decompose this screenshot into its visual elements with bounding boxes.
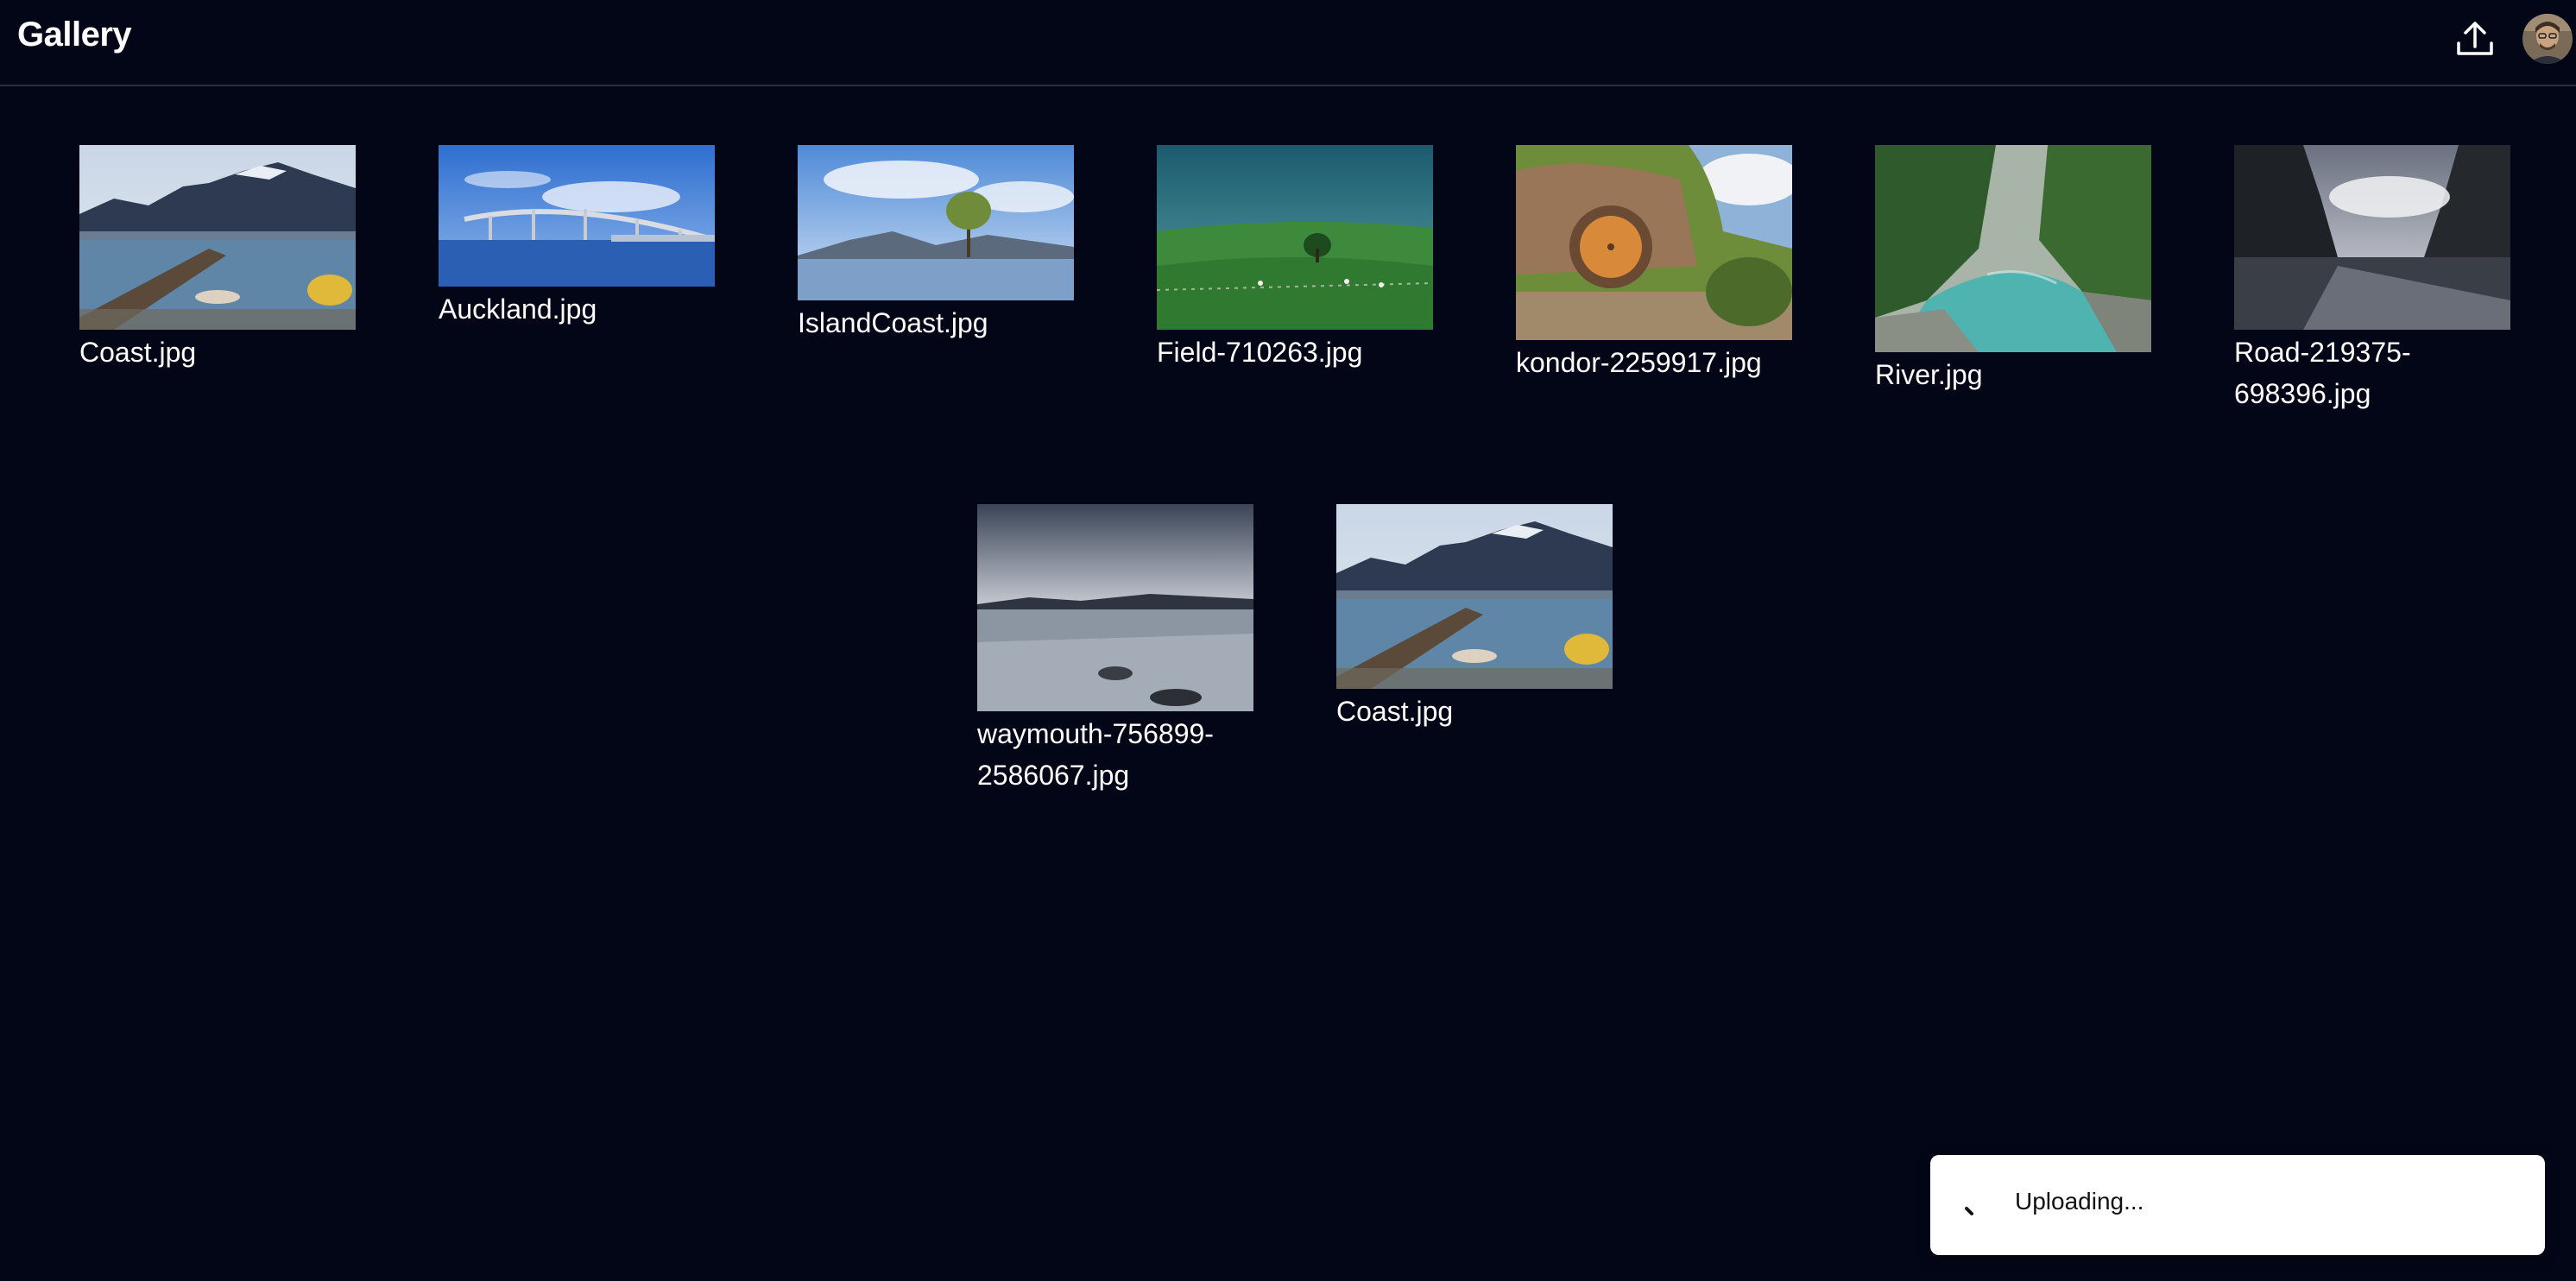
photo-thumbnail [79,145,356,330]
user-avatar[interactable] [2522,14,2573,64]
upload-icon [2457,22,2493,55]
photo-filename: River.jpg [1875,359,1983,390]
gallery-item[interactable]: Coast.jpg [1336,504,1613,732]
gallery-item[interactable]: River.jpg [1875,145,2151,395]
photo-thumbnail [798,145,1074,300]
app-title: Gallery [17,16,132,54]
photo-filename: IslandCoast.jpg [798,307,988,338]
gallery-item[interactable]: waymouth-756899-2586067.jpg [977,504,1253,796]
toast-message: Uploading... [2015,1188,2144,1215]
photo-filename: Field-710263.jpg [1157,337,1363,368]
photo-thumbnail [1336,504,1613,689]
photo-filename: waymouth-756899-2586067.jpg [977,718,1214,791]
spinner-icon [1965,1207,1973,1215]
gallery-item[interactable]: Field-710263.jpg [1157,145,1433,373]
app-header: Gallery [0,0,2576,86]
photo-thumbnail [1157,145,1433,330]
gallery-item[interactable]: Auckland.jpg [439,145,715,330]
photo-filename: Coast.jpg [79,337,197,368]
photo-filename: kondor-2259917.jpg [1516,347,1762,378]
gallery-item[interactable]: IslandCoast.jpg [798,145,1074,344]
photo-thumbnail [977,504,1253,711]
photo-filename: Road-219375-698396.jpg [2234,337,2411,409]
photo-thumbnail [1516,145,1792,340]
photo-filename: Auckland.jpg [439,293,597,325]
upload-button[interactable] [2453,17,2497,60]
photo-thumbnail [1875,145,2151,352]
avatar-image [2522,14,2573,64]
photo-thumbnail [439,145,715,287]
upload-toast: Uploading... [1930,1155,2545,1255]
gallery-item[interactable]: kondor-2259917.jpg [1516,145,1792,383]
photo-filename: Coast.jpg [1336,696,1454,727]
gallery-item[interactable]: Coast.jpg [79,145,356,373]
photo-thumbnail [2234,145,2510,330]
gallery-item[interactable]: Road-219375-698396.jpg [2234,145,2510,414]
